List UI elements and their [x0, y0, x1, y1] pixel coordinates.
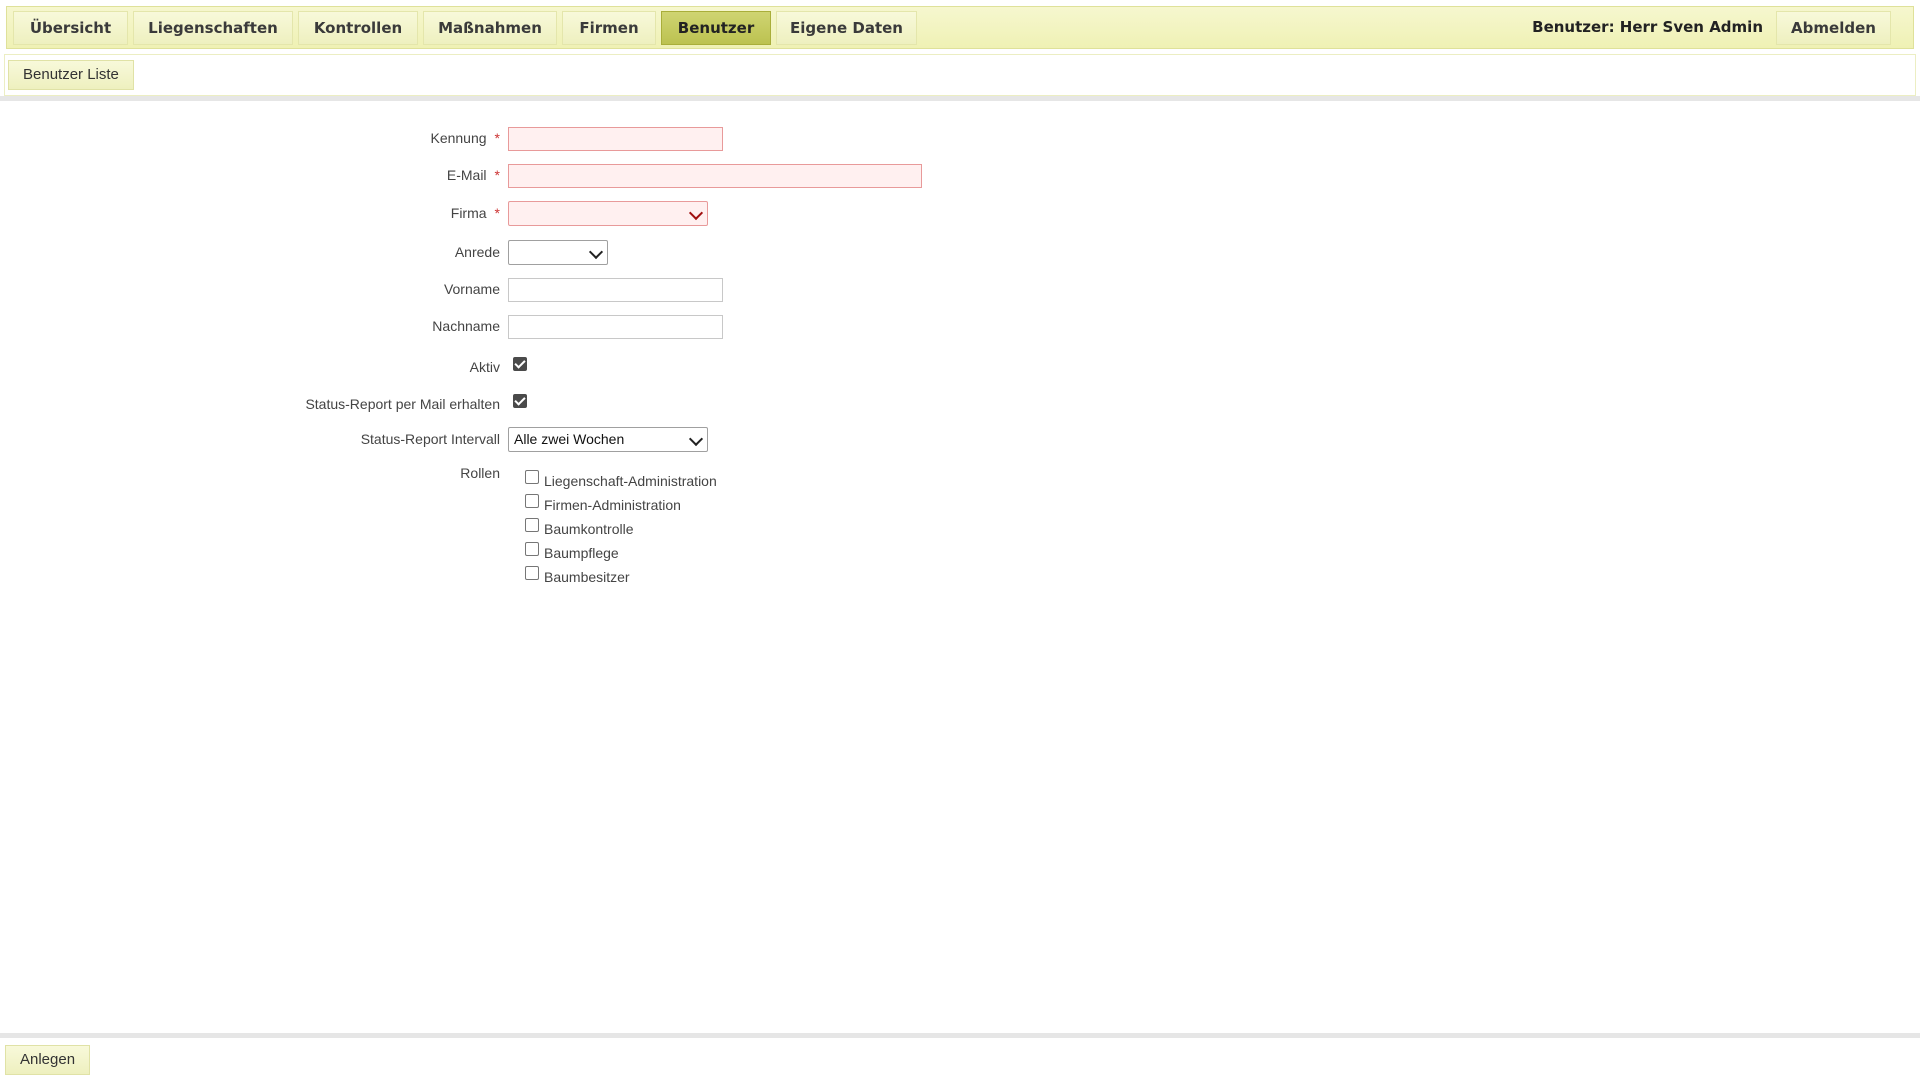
user-list-button[interactable]: Benutzer Liste	[8, 60, 134, 90]
chevron-down-icon	[688, 431, 704, 447]
nachname-input[interactable]	[508, 315, 723, 339]
tab-benutzer[interactable]: Benutzer	[661, 11, 771, 45]
kennung-label: Kennung *	[430, 130, 500, 146]
current-user-label: Benutzer: Herr Sven Admin	[1532, 18, 1763, 36]
vorname-label: Vorname	[443, 281, 500, 297]
role-label: Baumpflege	[544, 545, 619, 561]
tab-firmen[interactable]: Firmen	[562, 11, 656, 45]
role-label: Baumkontrolle	[544, 521, 634, 537]
status-report-label: Status-Report per Mail erhalten	[305, 396, 500, 412]
role-checkbox-baumkontrolle[interactable]	[525, 518, 539, 532]
role-checkbox-baumpflege[interactable]	[525, 542, 539, 556]
role-checkbox-liegenschaft-administration[interactable]	[525, 470, 539, 484]
role-label: Firmen-Administration	[544, 497, 681, 513]
interval-label: Status-Report Intervall	[360, 431, 500, 447]
logout-button[interactable]: Abmelden	[1776, 11, 1891, 45]
anrede-select[interactable]	[508, 240, 608, 265]
firma-select[interactable]	[508, 201, 708, 226]
tab-kontrollen[interactable]: Kontrollen	[298, 11, 418, 45]
anrede-label: Anrede	[454, 244, 500, 260]
role-checkbox-firmen-administration[interactable]	[525, 494, 539, 508]
interval-select-value: Alle zwei Wochen	[514, 431, 625, 447]
required-marker: *	[494, 205, 500, 221]
vorname-input[interactable]	[508, 278, 723, 302]
create-button[interactable]: Anlegen	[5, 1045, 91, 1075]
interval-select[interactable]: Alle zwei Wochen	[508, 427, 708, 452]
tab-massnahmen[interactable]: Maßnahmen	[423, 11, 557, 45]
kennung-input[interactable]	[508, 127, 723, 151]
role-label: Baumbesitzer	[544, 569, 630, 585]
divider	[0, 96, 1920, 101]
tab-uebersicht[interactable]: Übersicht	[13, 11, 128, 45]
firma-label: Firma *	[450, 205, 500, 221]
aktiv-checkbox[interactable]	[513, 357, 527, 371]
top-navigation: Übersicht Liegenschaften Kontrollen Maßn…	[6, 6, 1914, 49]
rollen-label: Rollen	[460, 465, 500, 481]
tab-eigene-daten[interactable]: Eigene Daten	[776, 11, 917, 45]
email-input[interactable]	[508, 164, 922, 188]
tab-liegenschaften[interactable]: Liegenschaften	[133, 11, 293, 45]
chevron-down-icon	[688, 205, 704, 221]
required-marker: *	[494, 130, 500, 146]
chevron-down-icon	[588, 244, 604, 260]
divider	[0, 1033, 1920, 1038]
required-marker: *	[494, 167, 500, 183]
role-label: Liegenschaft-Administration	[544, 473, 717, 489]
sub-navigation: Benutzer Liste	[4, 54, 1916, 96]
role-checkbox-baumbesitzer[interactable]	[525, 566, 539, 580]
aktiv-label: Aktiv	[469, 359, 500, 375]
status-report-checkbox[interactable]	[513, 394, 527, 408]
email-label: E-Mail *	[446, 167, 500, 183]
nachname-label: Nachname	[432, 318, 500, 334]
